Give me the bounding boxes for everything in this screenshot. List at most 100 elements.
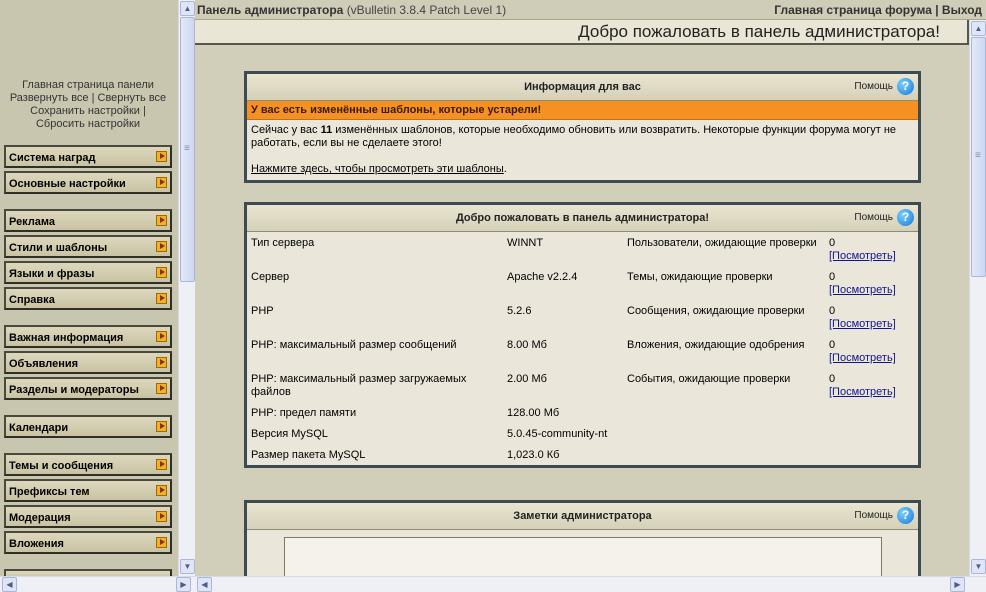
main-scrollbar[interactable]: ▲ ▼	[969, 20, 986, 576]
nav-item-threads-posts[interactable]: Темы и сообщения	[4, 453, 172, 476]
outdated-templates-alert: У вас есть изменённые шаблоны, которые у…	[247, 101, 918, 120]
top-links: Главная страница форума | Выход	[774, 3, 982, 17]
scroll-left-icon[interactable]: ◀	[2, 577, 17, 592]
help-icon[interactable]: ?	[897, 209, 914, 226]
view-attachments-link[interactable]: [Посмотреть]	[829, 352, 914, 365]
expand-arrow-icon[interactable]	[156, 215, 167, 226]
table-row: PHP: максимальный размер загружаемых фай…	[247, 368, 918, 402]
help-icon[interactable]: ?	[897, 507, 914, 524]
stat-value: 1,023.0 Кб	[507, 449, 560, 461]
nav-item-moderation[interactable]: Модерация	[4, 505, 172, 528]
moderation-label: Сообщения, ожидающие проверки	[627, 305, 805, 317]
scroll-up-icon[interactable]: ▲	[180, 1, 195, 16]
table-row: PHP 5.2.6 Сообщения, ожидающие проверки …	[247, 300, 918, 334]
expand-arrow-icon[interactable]	[156, 383, 167, 394]
nav-item-label: Языки и фразы	[9, 268, 95, 280]
table-row: PHP: максимальный размер сообщений 8.00 …	[247, 334, 918, 368]
logout-link[interactable]: Выход	[942, 3, 982, 17]
nav-item-notices[interactable]: Важная информация	[4, 325, 172, 348]
expand-arrow-icon[interactable]	[156, 421, 167, 432]
moderation-label: События, ожидающие проверки	[627, 373, 791, 385]
scroll-right-icon[interactable]: ▶	[176, 577, 191, 592]
templates-message: Сейчас у вас 11 изменённых шаблонов, кот…	[247, 120, 918, 180]
table-row: Версия MySQL 5.0.45-community-nt	[247, 423, 918, 444]
moderation-label: Вложения, ожидающие одобрения	[627, 339, 805, 351]
view-templates-link[interactable]: Нажмите здесь, чтобы просмотреть эти шаб…	[251, 163, 504, 175]
stat-value: 8.00 Мб	[507, 339, 547, 351]
view-users-link[interactable]: [Посмотреть]	[829, 250, 914, 263]
stat-label: Сервер	[251, 271, 290, 283]
welcome-bar: Добро пожаловать в панель администратора…	[195, 20, 969, 45]
expand-arrow-icon[interactable]	[156, 293, 167, 304]
collapse-all-link[interactable]: Свернуть все	[98, 92, 167, 104]
nav-home-link[interactable]: Главная страница панели	[22, 79, 154, 91]
help-icon[interactable]: ?	[897, 78, 914, 95]
admin-title: Панель администратора	[197, 3, 344, 17]
stat-value: 2.00 Мб	[507, 373, 547, 385]
scroll-left-icon[interactable]: ◀	[197, 577, 212, 592]
top-separator: |	[935, 3, 939, 17]
expand-arrow-icon[interactable]	[156, 331, 167, 342]
panel-header: Информация для вас Помощь?	[247, 74, 918, 101]
save-settings-link[interactable]: Сохранить настройки	[30, 105, 140, 117]
expand-arrow-icon[interactable]	[156, 511, 167, 522]
expand-arrow-icon[interactable]	[156, 459, 167, 470]
help-button[interactable]: Помощь?	[854, 507, 914, 524]
moderation-cell: 0 [Посмотреть]	[825, 334, 918, 368]
nav-item-languages[interactable]: Языки и фразы	[4, 261, 172, 284]
help-button[interactable]: Помощь?	[854, 78, 914, 95]
scroll-up-icon[interactable]: ▲	[971, 21, 986, 36]
expand-arrow-icon[interactable]	[156, 267, 167, 278]
scroll-right-icon[interactable]: ▶	[950, 577, 965, 592]
nav-hscrollbar[interactable]: ◀ ▶	[0, 576, 195, 592]
expand-arrow-icon[interactable]	[156, 177, 167, 188]
view-events-link[interactable]: [Посмотреть]	[829, 386, 914, 399]
panel-title: Заметки администратора	[513, 510, 652, 522]
nav-item-help[interactable]: Справка	[4, 287, 172, 310]
help-label: Помощь	[854, 212, 893, 224]
nav-item-partial[interactable]	[4, 569, 172, 576]
nav-item-label: Объявления	[9, 358, 79, 370]
expand-arrow-icon[interactable]	[156, 537, 167, 548]
nav-item-ads[interactable]: Реклама	[4, 209, 172, 232]
view-posts-link[interactable]: [Посмотреть]	[829, 318, 914, 331]
scroll-down-icon[interactable]: ▼	[971, 559, 986, 574]
expand-arrow-icon[interactable]	[156, 151, 167, 162]
expand-all-link[interactable]: Развернуть все	[10, 92, 89, 104]
nav-item-styles-templates[interactable]: Стили и шаблоны	[4, 235, 172, 258]
moderation-count: 0	[829, 373, 836, 385]
info-panel: Информация для вас Помощь? У вас есть из…	[244, 71, 921, 183]
expand-arrow-icon[interactable]	[156, 485, 167, 496]
main-hscrollbar[interactable]: ◀ ▶	[195, 576, 986, 592]
stat-value: Apache v2.2.4	[507, 271, 578, 283]
nav-item-attachments[interactable]: Вложения	[4, 531, 172, 554]
admin-notes-panel: Заметки администратора Помощь?	[244, 500, 921, 576]
nav-item-label: Модерация	[9, 512, 71, 524]
nav-item-awards[interactable]: Система наград	[4, 145, 172, 168]
expand-arrow-icon[interactable]	[156, 241, 167, 252]
scroll-thumb[interactable]	[180, 17, 195, 282]
moderation-cell: 0 [Посмотреть]	[825, 232, 918, 266]
nav-item-label: Система наград	[9, 152, 96, 164]
expand-arrow-icon[interactable]	[156, 357, 167, 368]
moderation-count: 0	[829, 339, 836, 351]
main-content: Добро пожаловать в панель администратора…	[195, 20, 969, 576]
nav-item-calendars[interactable]: Календари	[4, 415, 172, 438]
view-threads-link[interactable]: [Посмотреть]	[829, 284, 914, 297]
scroll-down-icon[interactable]: ▼	[180, 559, 195, 574]
nav-item-general-settings[interactable]: Основные настройки	[4, 171, 172, 194]
stat-label: PHP: максимальный размер сообщений	[251, 339, 457, 351]
nav-item-forums-moderators[interactable]: Разделы и модераторы	[4, 377, 172, 400]
moderation-count: 0	[829, 237, 836, 249]
nav-item-thread-prefixes[interactable]: Префиксы тем	[4, 479, 172, 502]
nav-item-announcements[interactable]: Объявления	[4, 351, 172, 374]
nav-scrollbar[interactable]: ▲ ▼	[178, 0, 195, 576]
admin-notes-textarea[interactable]	[283, 537, 882, 576]
forum-home-link[interactable]: Главная страница форума	[774, 3, 932, 17]
nav-links: Главная страница панели Развернуть все |…	[0, 79, 176, 131]
reset-settings-link[interactable]: Сбросить настройки	[36, 118, 140, 130]
help-button[interactable]: Помощь?	[854, 209, 914, 226]
scroll-thumb[interactable]	[971, 37, 986, 277]
nav-item-label: Стили и шаблоны	[9, 242, 108, 254]
admin-nav-frame: Главная страница панели Развернуть все |…	[0, 0, 178, 576]
